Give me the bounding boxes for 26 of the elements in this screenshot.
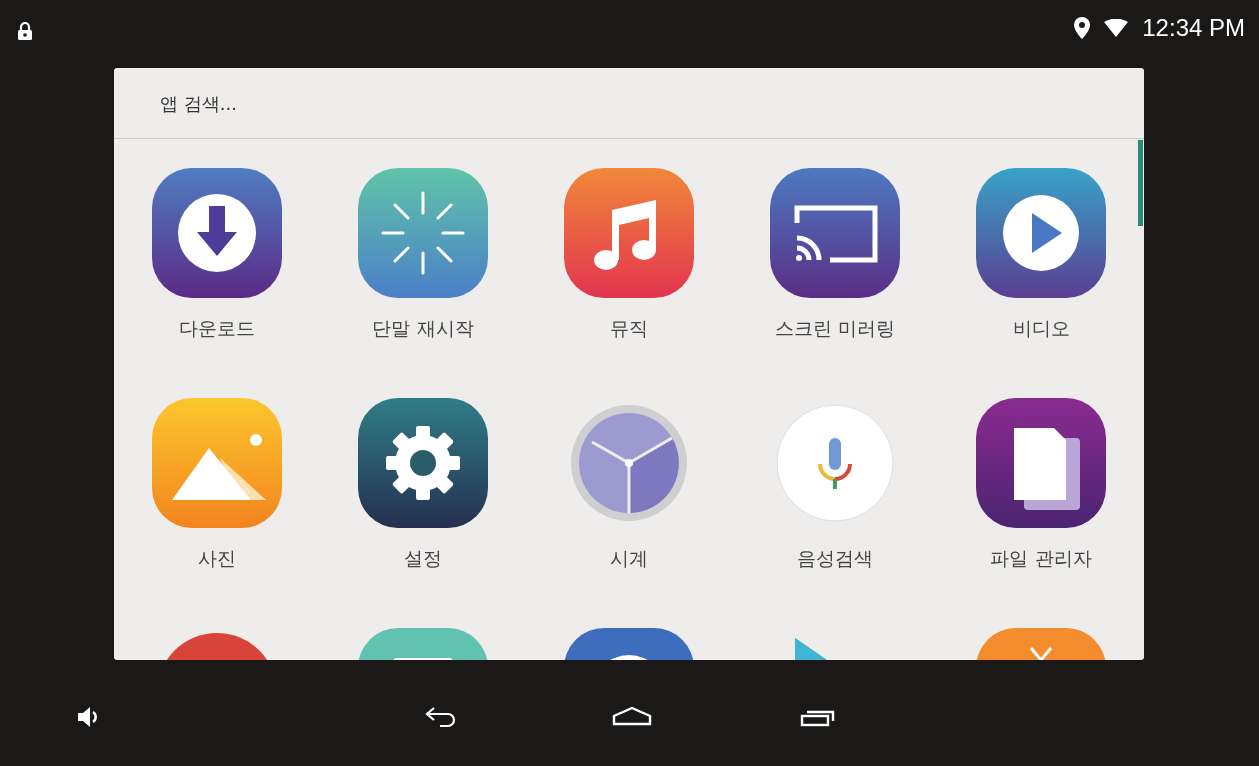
back-icon[interactable] <box>424 706 458 728</box>
app-label[interactable]: 비디오 <box>1012 316 1070 342</box>
music-icon[interactable] <box>564 168 694 298</box>
app-label[interactable]: 파일 관리자 <box>990 546 1092 572</box>
lock-icon <box>18 22 32 40</box>
files-icon[interactable] <box>976 398 1106 528</box>
location-pin-icon <box>1074 17 1091 39</box>
app-label[interactable]: 다운로드 <box>179 316 255 342</box>
video-icon[interactable] <box>976 168 1106 298</box>
photos-icon[interactable] <box>152 398 282 528</box>
app-label[interactable]: 음성검색 <box>797 546 873 572</box>
scrollbar-thumb[interactable] <box>1138 140 1143 226</box>
wifi-icon <box>1104 19 1129 37</box>
search-field[interactable]: 앱 검색... <box>160 90 660 116</box>
home-icon[interactable] <box>612 706 652 726</box>
app-label[interactable]: 시계 <box>610 546 648 572</box>
restart-icon[interactable] <box>358 168 488 298</box>
settings-icon[interactable] <box>358 398 488 528</box>
app-label[interactable]: 스크린 미러링 <box>774 316 895 342</box>
clock-time: 12:34 PM <box>1142 14 1245 42</box>
app-label[interactable]: 뮤직 <box>610 316 648 342</box>
app-label[interactable]: 사진 <box>198 546 236 572</box>
cast-icon[interactable] <box>770 168 900 298</box>
app-label[interactable]: 단말 재시작 <box>372 316 474 342</box>
download-icon[interactable] <box>152 168 282 298</box>
app-label[interactable]: 설정 <box>404 546 442 572</box>
